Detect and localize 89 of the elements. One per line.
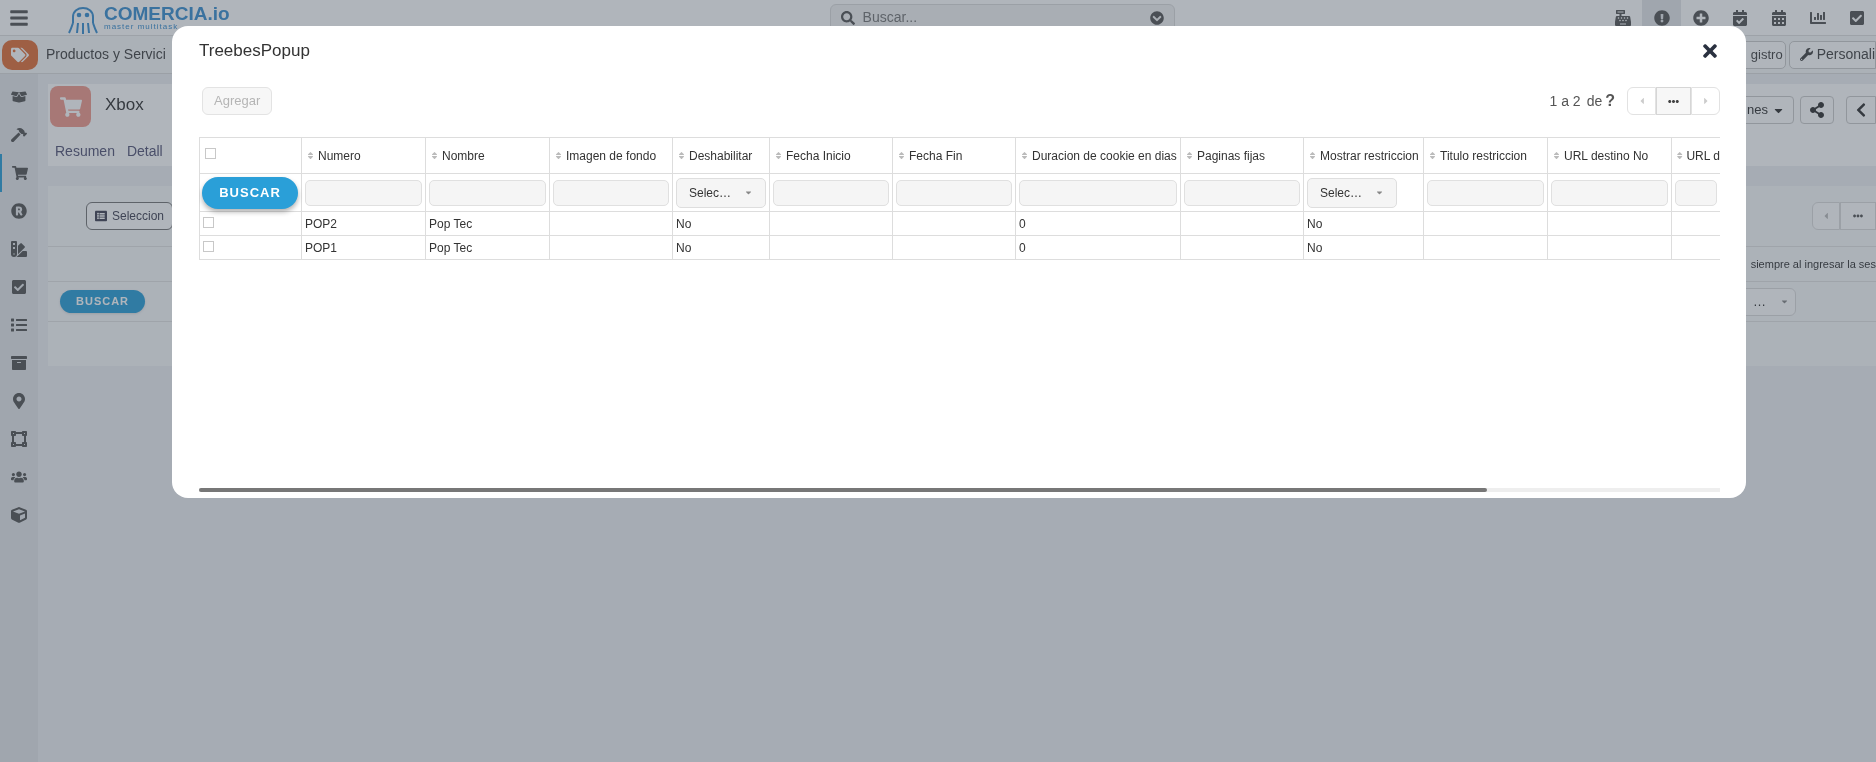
column-header[interactable]: Numero <box>318 146 361 165</box>
add-icon[interactable] <box>1692 9 1709 26</box>
filter-input[interactable] <box>773 179 889 206</box>
tab[interactable]: Resumen <box>55 141 115 162</box>
sort-icon[interactable] <box>1308 151 1317 160</box>
page-of: de <box>1586 91 1603 111</box>
filter-input[interactable] <box>1675 179 1717 206</box>
table-cell: Pop Tec <box>429 216 473 231</box>
checkbox-icon[interactable] <box>11 279 27 295</box>
chevron-icon <box>1149 10 1164 25</box>
filter-input[interactable] <box>1427 179 1544 206</box>
table-cell: POP1 <box>305 240 337 255</box>
column-header: siempre al ingresar la ses <box>1750 256 1876 272</box>
table-cell: POP2 <box>305 216 337 231</box>
sort-icon[interactable] <box>554 151 563 160</box>
table-cell: Pop Tec <box>429 240 473 255</box>
more-pages-button[interactable] <box>1656 87 1691 115</box>
table-cell: No <box>1307 216 1323 231</box>
caret-icon <box>1780 297 1789 306</box>
table-cell: No <box>676 216 692 231</box>
logo-tagline: master multitask <box>104 23 180 31</box>
page-range: 1 a 2 <box>1549 91 1581 111</box>
page-total: ? <box>1605 91 1615 111</box>
caret-icon <box>1375 188 1384 197</box>
previous-page-button[interactable] <box>1812 202 1840 230</box>
scrollbar-thumb[interactable] <box>199 488 1487 492</box>
select-button[interactable]: Seleccion <box>86 202 174 230</box>
registered-icon[interactable] <box>11 203 27 219</box>
list-icon <box>95 210 107 222</box>
sort-icon[interactable] <box>677 151 686 160</box>
tab[interactable]: Detall <box>126 141 163 162</box>
share-button[interactable] <box>1800 96 1834 124</box>
filter-input[interactable] <box>305 179 422 206</box>
sort-icon[interactable] <box>1185 151 1194 160</box>
table-cell: 0 <box>1019 216 1026 231</box>
tags-icon <box>11 45 29 64</box>
calendar-check-icon[interactable] <box>1731 9 1748 26</box>
table-cell: No <box>1307 240 1323 255</box>
popup-title: TreebesPopup <box>199 40 310 63</box>
cabinet-icon[interactable] <box>11 355 27 371</box>
previous-button[interactable] <box>1846 96 1876 124</box>
boxes-icon[interactable] <box>11 89 27 105</box>
list-icon[interactable] <box>11 317 27 333</box>
share-icon <box>1809 102 1825 118</box>
filter-select[interactable]: Selec… <box>1307 177 1397 208</box>
cart-icon[interactable] <box>12 165 28 181</box>
sort-icon[interactable] <box>1428 151 1437 160</box>
map-pin-icon[interactable] <box>11 393 27 409</box>
more-button[interactable] <box>1840 202 1876 230</box>
checkbox[interactable] <box>203 240 214 252</box>
wrench-icon <box>1799 48 1813 61</box>
sort-icon[interactable] <box>306 151 315 160</box>
column-header[interactable]: Nombre <box>442 146 485 165</box>
sort-icon[interactable] <box>1552 151 1561 160</box>
alert-icon[interactable] <box>1653 9 1670 26</box>
filter-input[interactable] <box>1019 179 1177 206</box>
cash-register-icon[interactable] <box>1614 9 1631 26</box>
caret-icon <box>744 188 753 197</box>
checkbox-icon[interactable] <box>1848 9 1865 26</box>
filter-input[interactable] <box>1184 179 1300 206</box>
cart-icon <box>59 95 82 118</box>
users-icon[interactable] <box>11 469 27 485</box>
filter-input[interactable] <box>553 179 669 206</box>
chart-icon[interactable] <box>1809 9 1826 26</box>
checkbox[interactable] <box>203 216 214 228</box>
customize-button[interactable]: Personali <box>1788 40 1876 69</box>
table-cell: No <box>676 240 692 255</box>
search-icon <box>840 10 855 25</box>
cube-icon[interactable] <box>11 507 27 523</box>
checkbox[interactable] <box>205 148 216 159</box>
record-title: Xbox <box>105 94 144 116</box>
calendar-icon[interactable] <box>1770 9 1787 26</box>
filter-input[interactable] <box>429 179 546 206</box>
sort-icon[interactable] <box>1676 151 1684 160</box>
swatches-icon[interactable] <box>11 241 27 257</box>
logo-name: COMERCIA.io <box>104 4 230 23</box>
module-title: Productos y Servici <box>46 45 166 64</box>
filter-input[interactable] <box>896 179 1012 206</box>
sort-icon[interactable] <box>774 151 783 160</box>
hammer-icon[interactable] <box>11 127 27 143</box>
sort-icon[interactable] <box>430 151 439 160</box>
horizontal-scrollbar[interactable] <box>199 488 1720 492</box>
filter-input[interactable] <box>1551 179 1668 206</box>
filter-select[interactable]: Selec… <box>676 177 766 208</box>
table-cell: 0 <box>1019 240 1026 255</box>
menu-icon[interactable] <box>9 7 29 28</box>
close-icon[interactable] <box>1700 41 1720 61</box>
sort-icon[interactable] <box>1020 151 1029 160</box>
sort-icon[interactable] <box>897 151 906 160</box>
